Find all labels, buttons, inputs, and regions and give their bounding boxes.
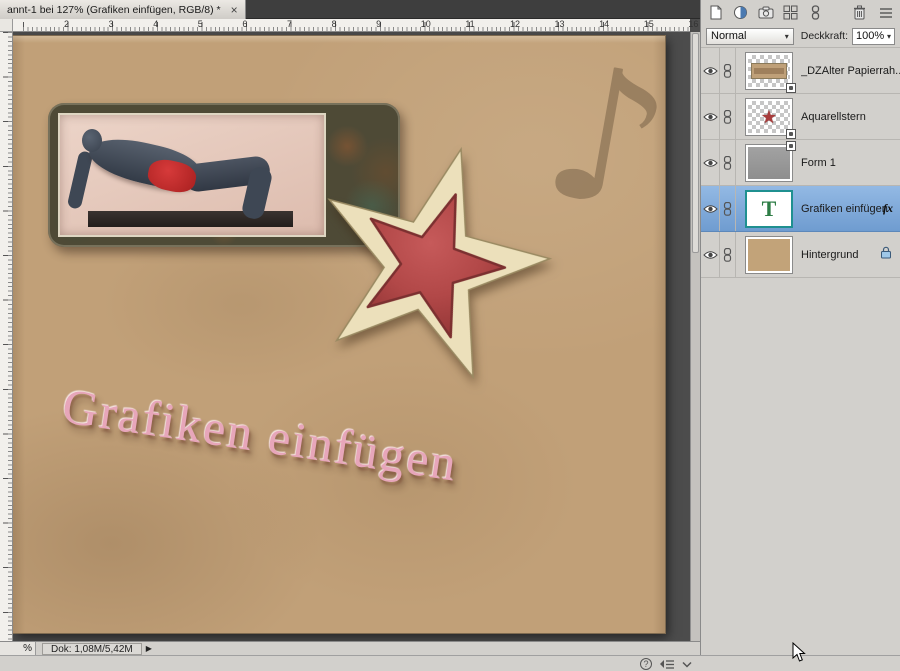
delete-layer-icon[interactable]	[851, 4, 868, 21]
visibility-toggle[interactable]	[701, 186, 720, 231]
canvas-headline-text: Grafiken einfügen	[59, 376, 641, 519]
link-toggle[interactable]	[720, 232, 736, 277]
document-paper: ♪ Grafiken einfüg	[13, 36, 665, 633]
visibility-toggle[interactable]	[701, 48, 720, 93]
status-expand-icon[interactable]: ▶	[146, 644, 152, 653]
link-layers-icon[interactable]	[807, 4, 824, 21]
ruler-number: 9	[376, 19, 421, 31]
help-icon[interactable]: ?	[640, 658, 652, 670]
layer-name: Grafiken einfügen	[801, 203, 888, 215]
ruler-number: 4	[153, 19, 198, 31]
layer-thumbnail[interactable]: ★	[745, 98, 793, 136]
layer-list: _DZAlter Papierrah... ★ Aquarellstern	[701, 47, 900, 278]
vertical-ruler[interactable]	[0, 32, 13, 641]
ruler-number: 10	[421, 19, 466, 31]
layer-name: Aquarellstern	[801, 111, 866, 123]
canvas[interactable]: ♪ Grafiken einfüg	[13, 32, 690, 641]
zoom-field[interactable]: %	[0, 642, 36, 655]
visibility-toggle[interactable]	[701, 94, 720, 139]
sculpture-arm	[67, 150, 94, 210]
layer-row[interactable]: ★ Aquarellstern	[701, 94, 900, 140]
horizontal-ruler[interactable]: 2 3 4 5 6 7 8 9 10 11 12 13 14 15 16 17	[13, 19, 690, 32]
application-window: annt-1 bei 127% (Grafiken einfügen, RGB/…	[0, 0, 900, 671]
smart-object-badge	[786, 129, 796, 139]
sculpture-photo	[58, 113, 326, 237]
scrollbar-thumb[interactable]	[692, 33, 699, 253]
layer-row[interactable]: Form 1	[701, 140, 900, 186]
link-toggle[interactable]	[720, 186, 736, 231]
layer-thumbnail[interactable]	[745, 52, 793, 90]
opacity-label: Deckkraft:	[801, 30, 848, 42]
ruler-number: 13	[555, 19, 600, 31]
layer-name: _DZAlter Papierrah...	[801, 65, 900, 77]
link-toggle[interactable]	[720, 48, 736, 93]
layer-controls: Normal ▾ Deckkraft: 100% ▾	[701, 25, 900, 47]
document-tabbar: annt-1 bei 127% (Grafiken einfügen, RGB/…	[0, 0, 700, 19]
status-bar: % Dok: 1,08M/5,42M ▶	[0, 641, 700, 655]
layer-effects-badge[interactable]: fx	[883, 201, 893, 216]
ruler-number: 7	[287, 19, 332, 31]
layer-row-selected[interactable]: T Grafiken einfügen fx	[701, 186, 900, 232]
link-toggle[interactable]	[720, 94, 736, 139]
layers-panel-toolbar	[701, 0, 900, 25]
layer-mask-icon[interactable]	[757, 4, 774, 21]
adjustment-layer-icon[interactable]	[732, 4, 749, 21]
thumbnail-text-layer: T	[762, 198, 777, 220]
collapse-chevron-icon[interactable]	[682, 661, 692, 668]
smart-object-badge	[786, 83, 796, 93]
document-tab[interactable]: annt-1 bei 127% (Grafiken einfügen, RGB/…	[0, 0, 246, 19]
thumbnail-art	[751, 63, 787, 79]
layer-name: Hintergrund	[801, 249, 858, 261]
history-list-icon[interactable]	[659, 659, 675, 670]
ruler-number: 14	[599, 19, 644, 31]
ruler-number: 11	[465, 19, 510, 31]
ruler-number: 6	[242, 19, 287, 31]
sculpture-head	[82, 129, 102, 152]
lock-icon	[880, 246, 892, 264]
opacity-value: 100%	[856, 30, 884, 42]
thumbnail-star: ★	[761, 108, 777, 126]
document-size-info: Dok: 1,08M/5,42M	[42, 643, 142, 655]
ruler-corner	[0, 19, 13, 32]
new-layer-icon[interactable]	[707, 4, 724, 21]
ruler-number: 15	[644, 19, 689, 31]
blend-mode-value: Normal	[711, 30, 746, 42]
group-layers-icon[interactable]	[782, 4, 799, 21]
shape-layer-badge	[786, 141, 796, 151]
visibility-toggle[interactable]	[701, 140, 720, 185]
ruler-number: 12	[510, 19, 555, 31]
ruler-number: 5	[198, 19, 243, 31]
bottom-bar: ?	[0, 655, 900, 671]
layer-thumbnail[interactable]	[745, 236, 793, 274]
visibility-toggle[interactable]	[701, 232, 720, 277]
layer-name: Form 1	[801, 157, 836, 169]
layer-thumbnail[interactable]	[745, 144, 793, 182]
blend-mode-select[interactable]: Normal ▾	[706, 28, 794, 45]
vertical-scrollbar[interactable]	[690, 32, 700, 641]
ruler-number: 3	[109, 19, 154, 31]
tab-close-icon[interactable]: ×	[231, 4, 238, 16]
layer-thumbnail[interactable]: T	[745, 190, 793, 228]
link-toggle[interactable]	[720, 140, 736, 185]
layers-panel: Normal ▾ Deckkraft: 100% ▾	[700, 0, 900, 655]
ruler-number: 2	[64, 19, 109, 31]
chevron-down-icon: ▾	[785, 32, 789, 41]
document-tab-title: annt-1 bei 127% (Grafiken einfügen, RGB/…	[7, 4, 221, 16]
chevron-down-icon: ▾	[887, 32, 891, 41]
panel-menu-icon[interactable]	[877, 4, 894, 21]
layer-row[interactable]: _DZAlter Papierrah...	[701, 48, 900, 94]
ruler-number: 8	[332, 19, 377, 31]
editor-area: annt-1 bei 127% (Grafiken einfügen, RGB/…	[0, 0, 700, 655]
layer-row[interactable]: Hintergrund	[701, 232, 900, 278]
opacity-field[interactable]: 100% ▾	[852, 28, 895, 45]
